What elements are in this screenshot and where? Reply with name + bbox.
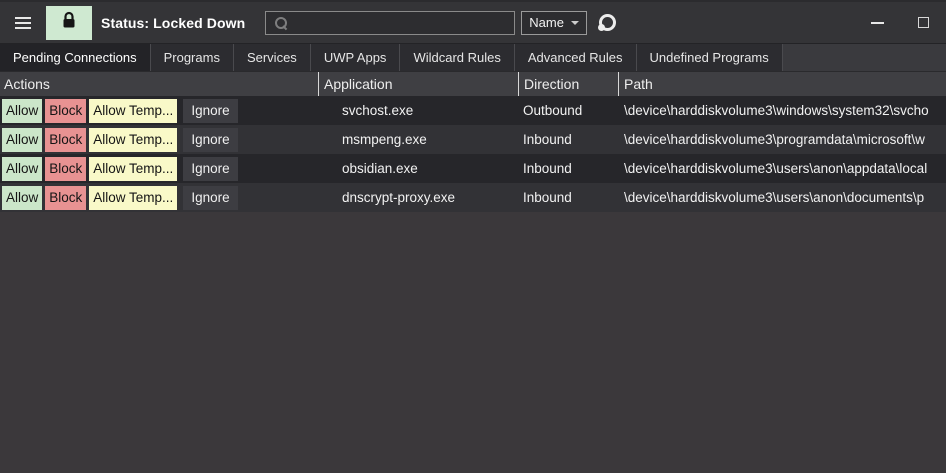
allow-button[interactable]: Allow: [2, 98, 43, 123]
direction-value: Inbound: [523, 132, 572, 147]
ignore-button[interactable]: Ignore: [183, 98, 238, 123]
column-header-direction[interactable]: Direction: [518, 72, 618, 96]
menu-button[interactable]: [8, 8, 38, 38]
row-actions: Allow Block Allow Temp... Ignore: [0, 125, 318, 154]
filter-dropdown[interactable]: Name: [521, 10, 587, 35]
tab-wildcard-rules[interactable]: Wildcard Rules: [400, 44, 515, 71]
direction-value: Outbound: [523, 103, 583, 118]
allow-button[interactable]: Allow: [2, 156, 43, 181]
direction-value: Inbound: [523, 190, 572, 205]
table-row[interactable]: Allow Block Allow Temp... Ignore obsidia…: [0, 154, 946, 183]
row-actions: Allow Block Allow Temp... Ignore: [0, 96, 318, 125]
tab-services[interactable]: Services: [233, 44, 311, 71]
row-actions: Allow Block Allow Temp... Ignore: [0, 154, 318, 183]
allow-button[interactable]: Allow: [2, 127, 43, 152]
column-header-path[interactable]: Path: [618, 72, 946, 96]
tab-pending-connections[interactable]: Pending Connections: [0, 44, 151, 71]
ignore-button[interactable]: Ignore: [183, 156, 238, 181]
table-row[interactable]: Allow Block Allow Temp... Ignore svchost…: [0, 96, 946, 125]
allow-temp-button[interactable]: Allow Temp...: [89, 98, 178, 123]
path-value: \device\harddiskvolume3\users\anon\appda…: [624, 161, 928, 176]
empty-list-area: [0, 212, 946, 473]
maximize-icon: [917, 17, 929, 28]
tab-programs[interactable]: Programs: [150, 44, 234, 71]
tab-undefined-programs[interactable]: Undefined Programs: [636, 44, 783, 71]
block-button[interactable]: Block: [45, 98, 87, 123]
lock-toggle-button[interactable]: [46, 5, 92, 40]
tab-uwp-apps[interactable]: UWP Apps: [310, 44, 401, 71]
allow-temp-button[interactable]: Allow Temp...: [89, 127, 178, 152]
lock-icon: [61, 11, 77, 34]
search-icon: [274, 16, 288, 30]
column-header-application[interactable]: Application: [318, 72, 518, 96]
column-header-actions[interactable]: Actions: [0, 72, 318, 96]
titlebar: Status: Locked Down Name: [0, 0, 946, 44]
tab-advanced-rules[interactable]: Advanced Rules: [514, 44, 637, 71]
direction-value: Inbound: [523, 161, 572, 176]
app-logo-icon[interactable]: [597, 14, 616, 31]
maximize-button[interactable]: [900, 2, 946, 43]
ignore-button[interactable]: Ignore: [183, 185, 238, 210]
path-value: \device\harddiskvolume3\programdata\micr…: [624, 132, 925, 147]
table-row[interactable]: Allow Block Allow Temp... Ignore msmpeng…: [0, 125, 946, 154]
block-button[interactable]: Block: [45, 185, 87, 210]
window-controls: [854, 2, 946, 43]
minimize-icon: [870, 21, 884, 24]
search-input[interactable]: [292, 15, 511, 30]
allow-button[interactable]: Allow: [2, 185, 43, 210]
application-name: dnscrypt-proxy.exe: [342, 190, 456, 205]
minimize-button[interactable]: [854, 2, 900, 43]
allow-temp-button[interactable]: Allow Temp...: [89, 156, 178, 181]
chevron-down-icon: [570, 20, 579, 25]
application-name: svchost.exe: [342, 103, 414, 118]
path-value: \device\harddiskvolume3\users\anon\docum…: [624, 190, 925, 205]
hamburger-icon: [15, 16, 31, 19]
application-name: msmpeng.exe: [342, 132, 427, 147]
application-name: obsidian.exe: [342, 161, 418, 176]
firewall-window: Status: Locked Down Name Pending Connect…: [0, 0, 946, 473]
table-header: Actions Application Direction Path: [0, 71, 946, 96]
table-row[interactable]: Allow Block Allow Temp... Ignore dnscryp…: [0, 183, 946, 212]
path-value: \device\harddiskvolume3\windows\system32…: [624, 103, 929, 118]
ignore-button[interactable]: Ignore: [183, 127, 238, 152]
filter-dropdown-label: Name: [529, 15, 564, 30]
row-actions: Allow Block Allow Temp... Ignore: [0, 183, 318, 212]
search-box[interactable]: [265, 10, 516, 35]
tab-bar: Pending Connections Programs Services UW…: [0, 44, 946, 71]
status-label: Status: Locked Down: [101, 14, 246, 31]
allow-temp-button[interactable]: Allow Temp...: [89, 185, 178, 210]
block-button[interactable]: Block: [45, 127, 87, 152]
block-button[interactable]: Block: [45, 156, 87, 181]
